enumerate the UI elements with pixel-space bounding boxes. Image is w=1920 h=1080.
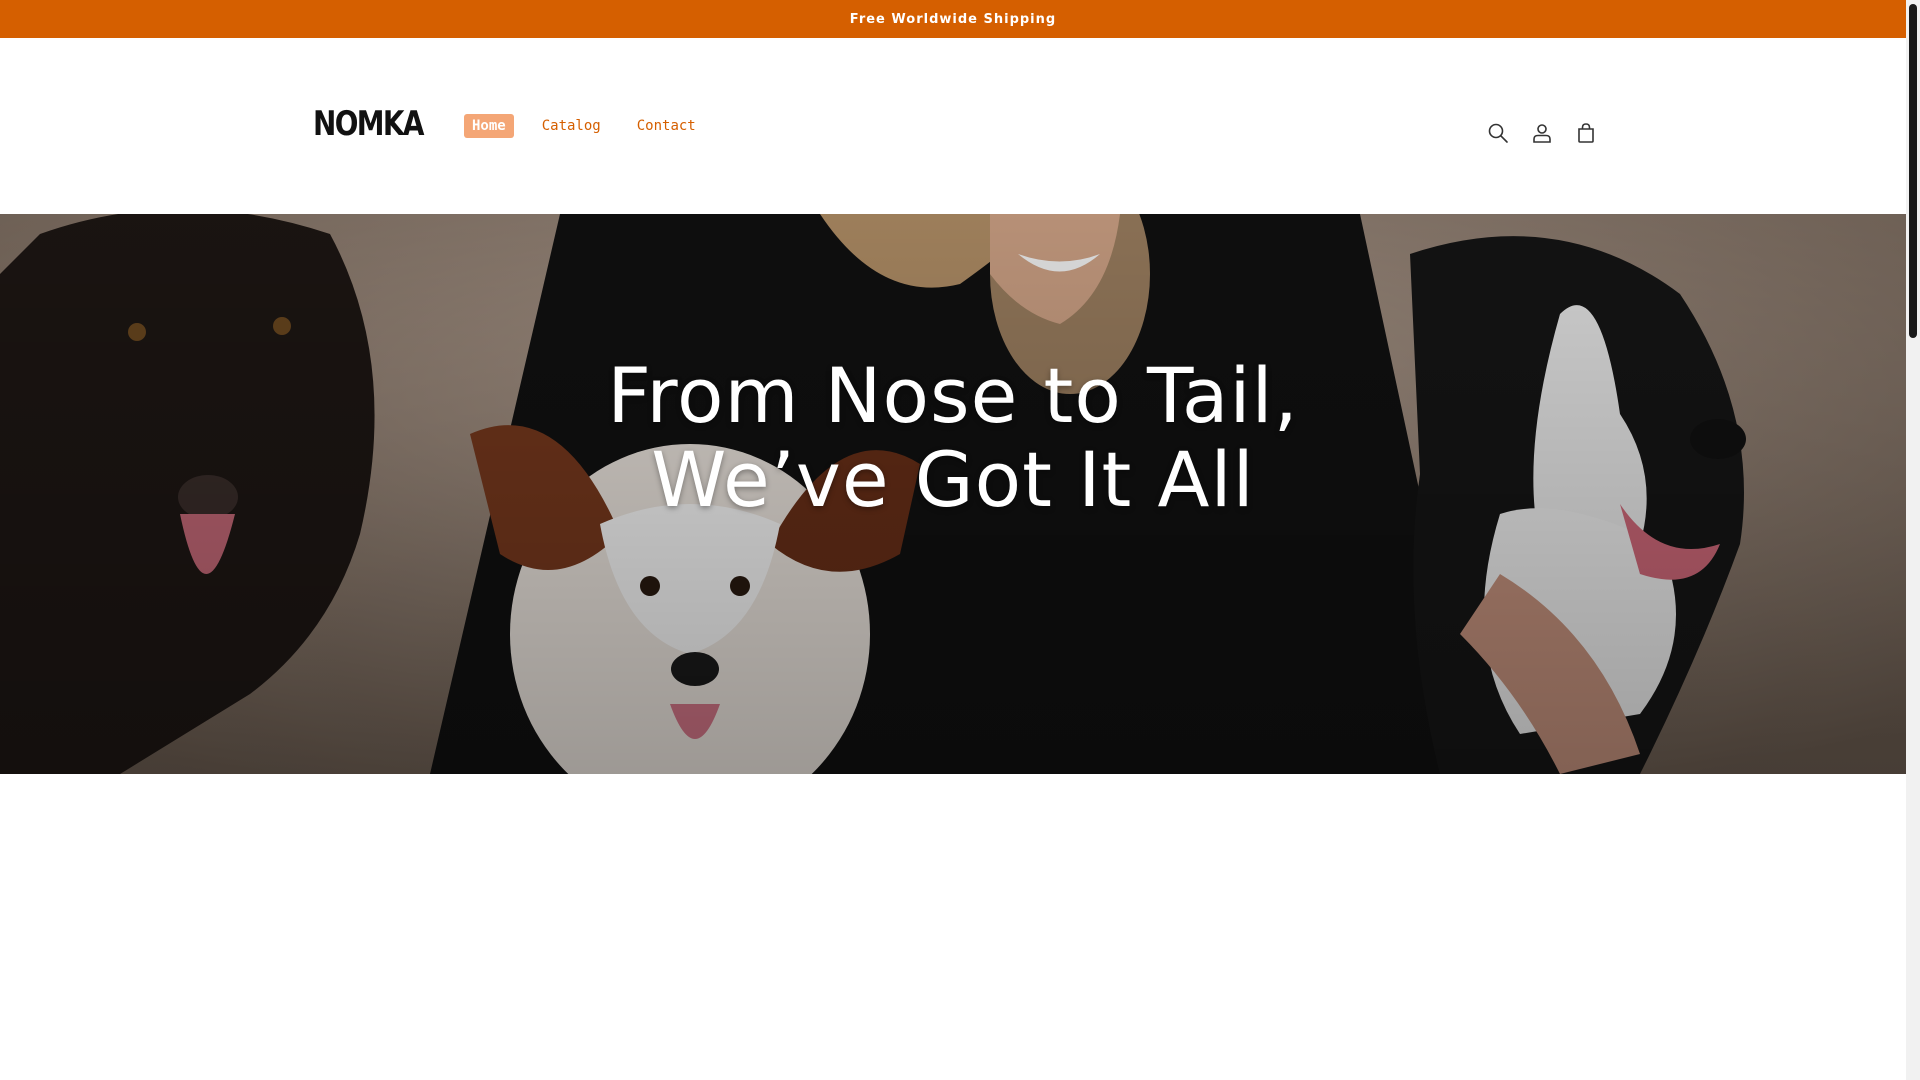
cart-icon[interactable]	[1564, 111, 1608, 155]
scrollbar[interactable]	[1906, 0, 1920, 1080]
nav-home[interactable]: Home	[464, 114, 514, 138]
site-logo[interactable]: NOMKA	[313, 104, 424, 144]
announcement-bar: Free Worldwide Shipping	[0, 0, 1906, 38]
page: Free Worldwide Shipping NOMKA Home Catal…	[0, 0, 1920, 1080]
nav-contact[interactable]: Contact	[629, 114, 704, 138]
header-icons	[1476, 111, 1608, 155]
search-icon[interactable]	[1476, 111, 1520, 155]
content-area	[0, 774, 1906, 1080]
hero-banner: From Nose to Tail, We’ve Got It All	[0, 214, 1906, 774]
main-nav: Home Catalog Contact	[464, 114, 724, 138]
hero-heading-line-2: We’ve Got It All	[651, 435, 1255, 524]
hero-heading-line-1: From Nose to Tail,	[607, 351, 1299, 440]
announcement-text: Free Worldwide Shipping	[849, 11, 1057, 27]
nav-catalog[interactable]: Catalog	[534, 114, 609, 138]
hero-heading: From Nose to Tail, We’ve Got It All	[0, 354, 1906, 522]
account-icon[interactable]	[1520, 111, 1564, 155]
site-header: NOMKA Home Catalog Contact	[0, 38, 1906, 214]
scrollbar-thumb[interactable]	[1909, 4, 1917, 338]
